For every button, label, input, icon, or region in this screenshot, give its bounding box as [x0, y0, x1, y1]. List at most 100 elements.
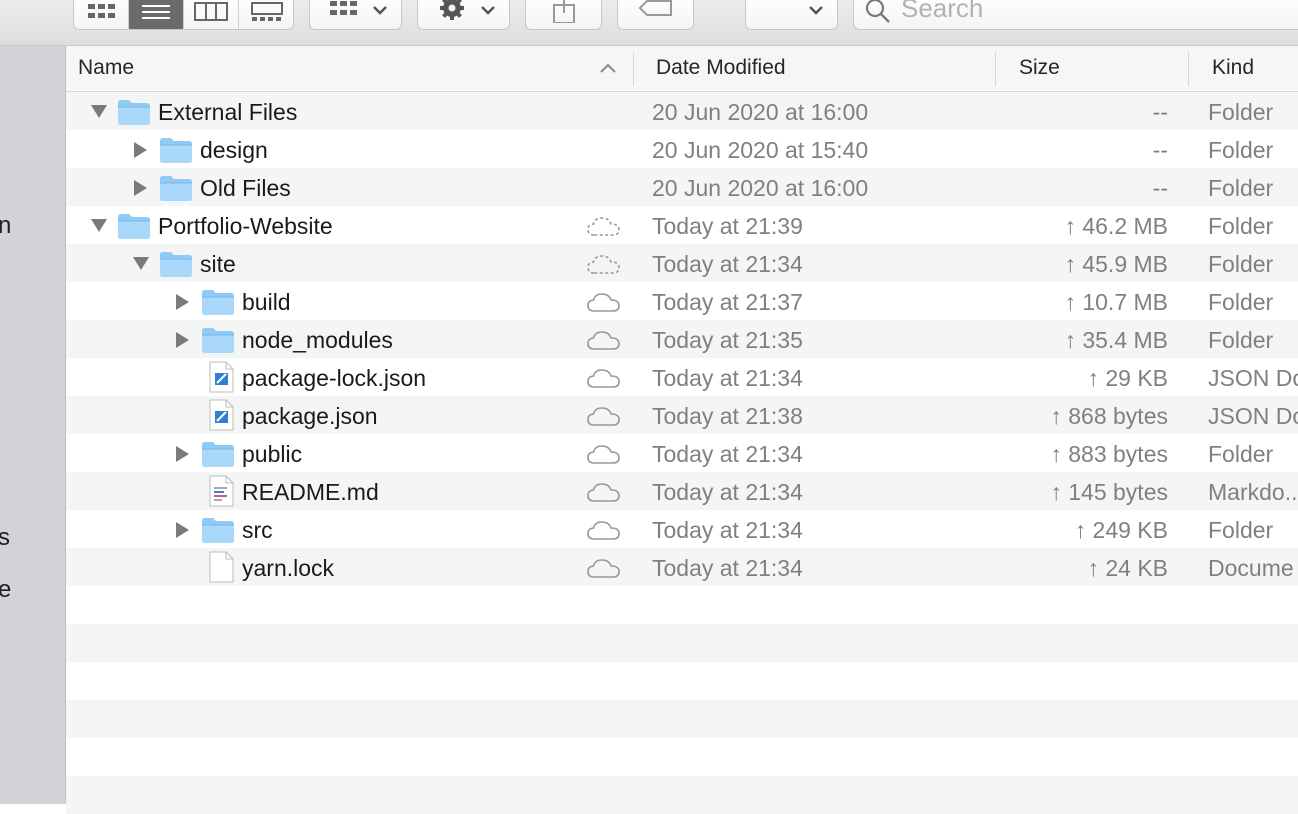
file-kind: Folder — [1208, 517, 1274, 543]
share-button[interactable] — [525, 0, 602, 30]
file-row[interactable]: public Today at 21:34 ↑ 883 bytes Folder — [66, 434, 1298, 472]
cloud-syncing-icon — [586, 253, 622, 282]
sidebar: n s e — [0, 46, 66, 804]
file-name[interactable]: package-lock.json — [242, 365, 426, 392]
column-separator[interactable] — [1188, 52, 1189, 86]
date-modified: 20 Jun 2020 at 16:00 — [652, 175, 869, 201]
list-view-button[interactable] — [129, 0, 184, 29]
file-name[interactable]: public — [242, 441, 302, 468]
share-icon — [553, 0, 575, 23]
disclosure-triangle-collapsed-icon[interactable] — [174, 331, 190, 354]
group-by-button[interactable] — [309, 0, 402, 30]
file-size: ↑ 883 bytes — [1050, 441, 1168, 467]
file-name[interactable]: build — [242, 289, 291, 316]
file-kind: Folder — [1208, 213, 1274, 239]
file-row[interactable]: design 20 Jun 2020 at 15:40 -- Folder — [66, 130, 1298, 168]
file-size: ↑ 868 bytes — [1050, 403, 1168, 429]
file-kind: Docume — [1208, 555, 1294, 581]
sidebar-item-label[interactable]: e — [0, 576, 11, 604]
file-name[interactable]: src — [242, 517, 273, 544]
file-row[interactable]: yarn.lock Today at 21:34 ↑ 24 KB Docume — [66, 548, 1298, 586]
search-field[interactable]: Search — [853, 0, 1298, 30]
file-row[interactable]: package-lock.json Today at 21:34 ↑ 29 KB JS… — [66, 358, 1298, 396]
folder-icon — [201, 440, 235, 473]
icon-view-button[interactable] — [74, 0, 129, 29]
file-row[interactable]: src Today at 21:34 ↑ 249 KB Folder — [66, 510, 1298, 548]
date-modified: Today at 21:34 — [652, 479, 803, 505]
icon-grid-icon — [88, 4, 115, 18]
column-header-date-modified[interactable]: Date Modified — [656, 56, 786, 80]
file-name[interactable]: yarn.lock — [242, 555, 334, 582]
folder-icon — [201, 516, 235, 549]
file-size: -- — [1152, 137, 1168, 163]
column-header-name[interactable]: Name — [78, 56, 134, 80]
file-row[interactable]: External Files 20 Jun 2020 at 16:00 -- Fold… — [66, 92, 1298, 130]
cloud-upload-icon — [586, 557, 622, 586]
folder-icon — [201, 326, 235, 359]
folder-icon — [159, 250, 193, 283]
file-kind: JSON Do — [1208, 403, 1298, 429]
tag-icon — [638, 0, 672, 16]
action-menu-button[interactable] — [417, 0, 510, 30]
document-file-icon — [207, 551, 235, 588]
markdown-file-icon — [207, 475, 235, 512]
chevron-down-icon — [809, 6, 823, 15]
view-mode-segmented-control[interactable] — [73, 0, 294, 30]
disclosure-triangle-collapsed-icon[interactable] — [132, 179, 148, 202]
file-row[interactable]: Portfolio-Website Today at 21:39 ↑ 46.2 MB… — [66, 206, 1298, 244]
disclosure-triangle-collapsed-icon[interactable] — [174, 293, 190, 316]
file-row[interactable]: Old Files 20 Jun 2020 at 16:00 -- Folder — [66, 168, 1298, 206]
tags-button[interactable] — [617, 0, 694, 30]
file-row[interactable]: site Today at 21:34 ↑ 45.9 MB Folder — [66, 244, 1298, 282]
disclosure-triangle-expanded-icon[interactable] — [90, 103, 108, 124]
folder-icon — [117, 212, 151, 245]
sidebar-item-label[interactable]: n — [0, 212, 11, 240]
file-kind: Folder — [1208, 99, 1274, 125]
file-name[interactable]: design — [200, 137, 268, 164]
date-modified: Today at 21:34 — [652, 555, 803, 581]
disclosure-triangle-collapsed-icon[interactable] — [132, 141, 148, 164]
date-modified: Today at 21:34 — [652, 365, 803, 391]
file-size: ↑ 45.9 MB — [1064, 251, 1168, 277]
file-kind: Folder — [1208, 441, 1274, 467]
disclosure-triangle-expanded-icon[interactable] — [132, 255, 150, 276]
column-separator[interactable] — [633, 52, 634, 86]
file-row[interactable]: README.md Today at 21:34 ↑ 145 bytes Markdo… — [66, 472, 1298, 510]
file-name[interactable]: package.json — [242, 403, 378, 430]
column-header-size[interactable]: Size — [1019, 56, 1060, 80]
file-name[interactable]: README.md — [242, 479, 379, 506]
json-file-icon — [207, 361, 235, 398]
file-size: -- — [1152, 99, 1168, 125]
folder-icon — [159, 174, 193, 207]
column-view-button[interactable] — [184, 0, 239, 29]
file-name[interactable]: site — [200, 251, 236, 278]
file-name[interactable]: Old Files — [200, 175, 291, 202]
file-row[interactable]: build Today at 21:37 ↑ 10.7 MB Folder — [66, 282, 1298, 320]
date-modified: Today at 21:37 — [652, 289, 803, 315]
file-row[interactable]: node_modules Today at 21:35 ↑ 35.4 MB Folde… — [66, 320, 1298, 358]
empty-row — [66, 776, 1298, 814]
search-placeholder: Search — [901, 0, 984, 23]
file-kind: JSON Do — [1208, 365, 1298, 391]
toolbar: Search — [0, 0, 1298, 46]
file-kind: Folder — [1208, 327, 1274, 353]
date-modified: Today at 21:34 — [652, 517, 803, 543]
disclosure-triangle-collapsed-icon[interactable] — [174, 521, 190, 544]
column-separator[interactable] — [995, 52, 996, 86]
file-row[interactable]: package.json Today at 21:38 ↑ 868 bytes JSO… — [66, 396, 1298, 434]
file-name[interactable]: External Files — [158, 99, 297, 126]
folder-icon — [117, 98, 151, 131]
file-kind: Folder — [1208, 175, 1274, 201]
disclosure-triangle-expanded-icon[interactable] — [90, 217, 108, 238]
column-header-kind[interactable]: Kind — [1212, 56, 1254, 80]
file-kind: Folder — [1208, 137, 1274, 163]
disclosure-triangle-collapsed-icon[interactable] — [174, 445, 190, 468]
file-name[interactable]: node_modules — [242, 327, 393, 354]
sidebar-item-label[interactable]: s — [0, 524, 10, 552]
file-size: ↑ 24 KB — [1087, 555, 1168, 581]
file-name[interactable]: Portfolio-Website — [158, 213, 333, 240]
gallery-view-button[interactable] — [239, 0, 293, 29]
path-dropdown-button[interactable] — [745, 0, 838, 30]
file-size: ↑ 10.7 MB — [1064, 289, 1168, 315]
chevron-down-icon — [373, 6, 387, 15]
